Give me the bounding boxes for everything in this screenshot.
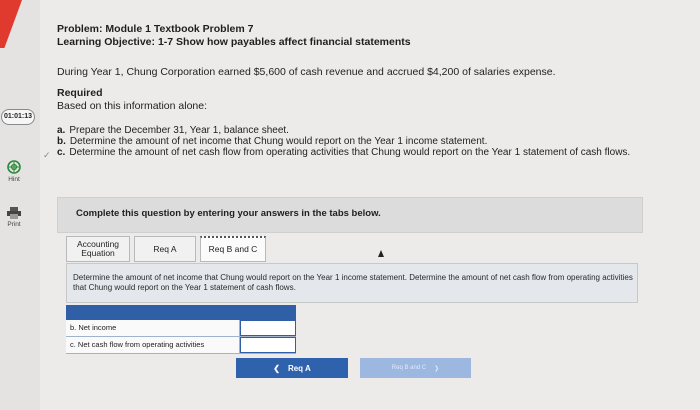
task-list: a. Prepare the December 31, Year 1, balan… [57, 125, 630, 158]
problem-intro: During Year 1, Chung Corporation earned … [57, 66, 556, 78]
check-icon: ✓ [43, 150, 51, 160]
hint-button[interactable]: Hint [1, 160, 27, 183]
prev-button[interactable]: ❮ Req A [236, 358, 348, 378]
prev-label: Req A [287, 363, 311, 373]
print-button[interactable]: Print [1, 207, 27, 228]
row-label: b. Net income [66, 320, 240, 336]
hint-label: Hint [8, 176, 20, 183]
problem-header: Problem: Module 1 Textbook Problem 7 Lea… [57, 23, 411, 49]
row-label: c. Net cash flow from operating activiti… [66, 337, 240, 353]
tab-req-a[interactable]: Req A [134, 236, 196, 262]
question-panel: Determine the amount of net income that … [66, 263, 638, 303]
table-row: c. Net cash flow from operating activiti… [66, 337, 296, 354]
table-header [66, 305, 296, 320]
brand-logo [0, 0, 22, 48]
task-item: b. Determine the amount of net income tha… [57, 136, 488, 147]
net-cash-flow-input[interactable] [240, 337, 296, 353]
print-label: Print [7, 221, 21, 228]
table-row: b. Net income [66, 320, 296, 337]
timer: 01:01:13 [1, 109, 35, 125]
tab-req-b-and-c[interactable]: Req B and C [200, 236, 266, 262]
next-button[interactable]: Req B and C ❯ [360, 358, 471, 378]
hint-icon [7, 160, 21, 174]
chevron-left-icon: ❮ [273, 363, 280, 373]
task-item: c. Determine the amount of net cash flow … [57, 147, 631, 158]
instruction-bar: Complete this question by entering your … [57, 197, 643, 233]
problem-title: Problem: Module 1 Textbook Problem 7 [57, 23, 254, 35]
learning-objective: Learning Objective: 1-7 Show how payable… [57, 36, 411, 48]
required-heading: Required [57, 87, 103, 99]
net-income-input[interactable] [240, 320, 296, 336]
sidebar: 01:01:13 Hint Print [0, 0, 40, 410]
tab-accounting-equation[interactable]: Accounting Equation [66, 236, 130, 262]
question-text: Determine the amount of net income that … [73, 273, 633, 292]
required-subtext: Based on this information alone: [57, 100, 208, 112]
task-item: a. Prepare the December 31, Year 1, balan… [57, 125, 289, 136]
next-label: Req B and C [391, 365, 427, 371]
print-icon [7, 207, 21, 219]
answer-table: b. Net income c. Net cash flow from oper… [66, 305, 296, 354]
required-section: Required Based on this information alone… [57, 87, 207, 113]
instruction-text: Complete this question by entering your … [76, 208, 381, 219]
chevron-right-icon: ❯ [434, 365, 440, 372]
mouse-cursor-icon [378, 250, 384, 257]
